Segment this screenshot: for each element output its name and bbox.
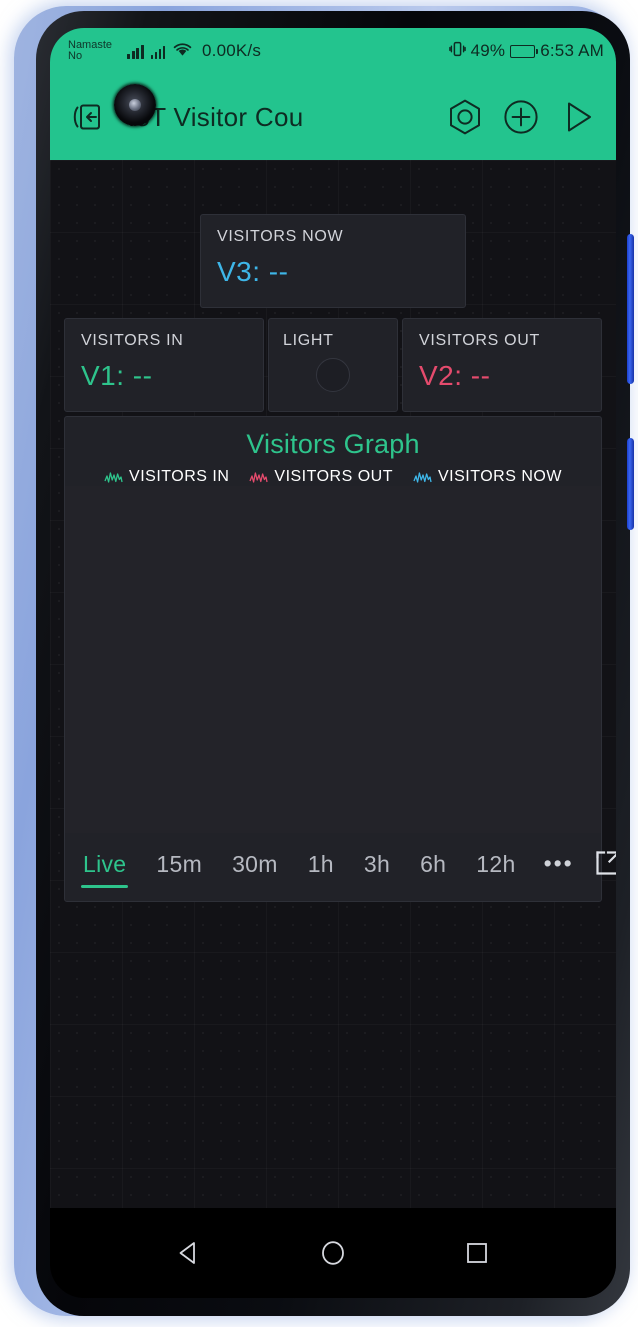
status-bar: Namaste No 0.00K/s 49% 6:53 AM — [50, 28, 616, 74]
wifi-icon — [172, 41, 193, 62]
signal-icon — [150, 44, 165, 59]
range-tab-12h[interactable]: 12h — [474, 847, 517, 888]
recents-square-icon[interactable] — [457, 1233, 497, 1273]
volume-button[interactable] — [627, 234, 634, 384]
widget-label: LIGHT — [283, 332, 334, 349]
network-speed-text: 0.00K/s — [202, 41, 262, 60]
graph-legend: VISITORS IN VISITORS OUT VISITORS NOW — [65, 468, 601, 486]
legend-label: VISITORS NOW — [438, 468, 562, 485]
sparkline-icon — [413, 471, 432, 483]
widget-label: VISITORS NOW — [217, 228, 344, 245]
legend-item-visitors-out: VISITORS OUT — [249, 468, 393, 486]
widget-visitors-out[interactable]: VISITORS OUT V2: -- — [402, 318, 602, 412]
widget-value: V1: -- — [81, 360, 153, 391]
phone-screen: Namaste No 0.00K/s 49% 6:53 AM IoT Visit… — [50, 28, 616, 1298]
graph-range-tabs: Live 15m 30m 1h 3h 6h 12h ••• — [65, 833, 616, 901]
widget-label: VISITORS IN — [81, 332, 184, 349]
status-clock: 6:53 AM — [540, 41, 604, 60]
range-tab-6h[interactable]: 6h — [418, 847, 448, 888]
plus-circle-icon[interactable] — [498, 94, 544, 140]
status-bar-left: Namaste No 0.00K/s — [68, 40, 449, 62]
power-button[interactable] — [627, 438, 634, 530]
widget-visitors-in[interactable]: VISITORS IN V1: -- — [64, 318, 264, 412]
legend-label: VISITORS OUT — [274, 468, 393, 485]
phone-frame: Namaste No 0.00K/s 49% 6:53 AM IoT Visit… — [14, 6, 634, 1316]
more-options-icon[interactable]: ••• — [544, 850, 574, 885]
home-circle-icon[interactable] — [313, 1233, 353, 1273]
legend-label: VISITORS IN — [129, 468, 230, 485]
expand-external-icon[interactable] — [594, 848, 616, 878]
sparkline-icon — [104, 471, 123, 483]
play-triangle-icon[interactable] — [554, 94, 600, 140]
android-nav-bar — [50, 1208, 616, 1298]
widget-value: V3: -- — [217, 256, 289, 287]
battery-icon — [510, 44, 539, 58]
exit-app-icon[interactable] — [66, 94, 112, 140]
legend-item-visitors-in: VISITORS IN — [104, 468, 229, 486]
signal-icon — [127, 44, 144, 59]
widget-label: VISITORS OUT — [419, 332, 541, 349]
status-bar-right: 49% 6:53 AM — [448, 41, 604, 62]
widget-light[interactable]: LIGHT — [268, 318, 398, 412]
notification-text: Namaste No — [68, 39, 113, 62]
dashboard-canvas: VISITORS NOW V3: -- VISITORS IN V1: -- L… — [50, 160, 616, 1208]
sparkline-icon — [249, 471, 269, 483]
battery-percent-text: 49% — [470, 41, 506, 60]
page-title: IoT Visitor Cou — [128, 101, 304, 132]
widget-visitors-graph[interactable]: Visitors Graph VISITORS IN VISITORS OUT — [64, 416, 616, 902]
widget-value: V2: -- — [419, 360, 491, 391]
light-toggle-button[interactable] — [316, 358, 350, 392]
graph-title: Visitors Graph — [246, 429, 420, 459]
back-triangle-icon[interactable] — [169, 1233, 209, 1273]
vibrate-icon — [448, 41, 466, 62]
range-tab-15m[interactable]: 15m — [154, 847, 204, 888]
graph-plot-area[interactable] — [65, 486, 601, 833]
range-tab-live[interactable]: Live — [81, 847, 129, 888]
legend-item-visitors-now: VISITORS NOW — [413, 468, 562, 486]
range-tab-1h[interactable]: 1h — [306, 847, 336, 888]
range-tab-3h[interactable]: 3h — [362, 847, 392, 888]
widget-visitors-now[interactable]: VISITORS NOW V3: -- — [200, 214, 466, 308]
hexagon-settings-icon[interactable] — [442, 94, 488, 140]
front-camera-icon — [114, 84, 156, 126]
range-tab-30m[interactable]: 30m — [230, 847, 280, 888]
